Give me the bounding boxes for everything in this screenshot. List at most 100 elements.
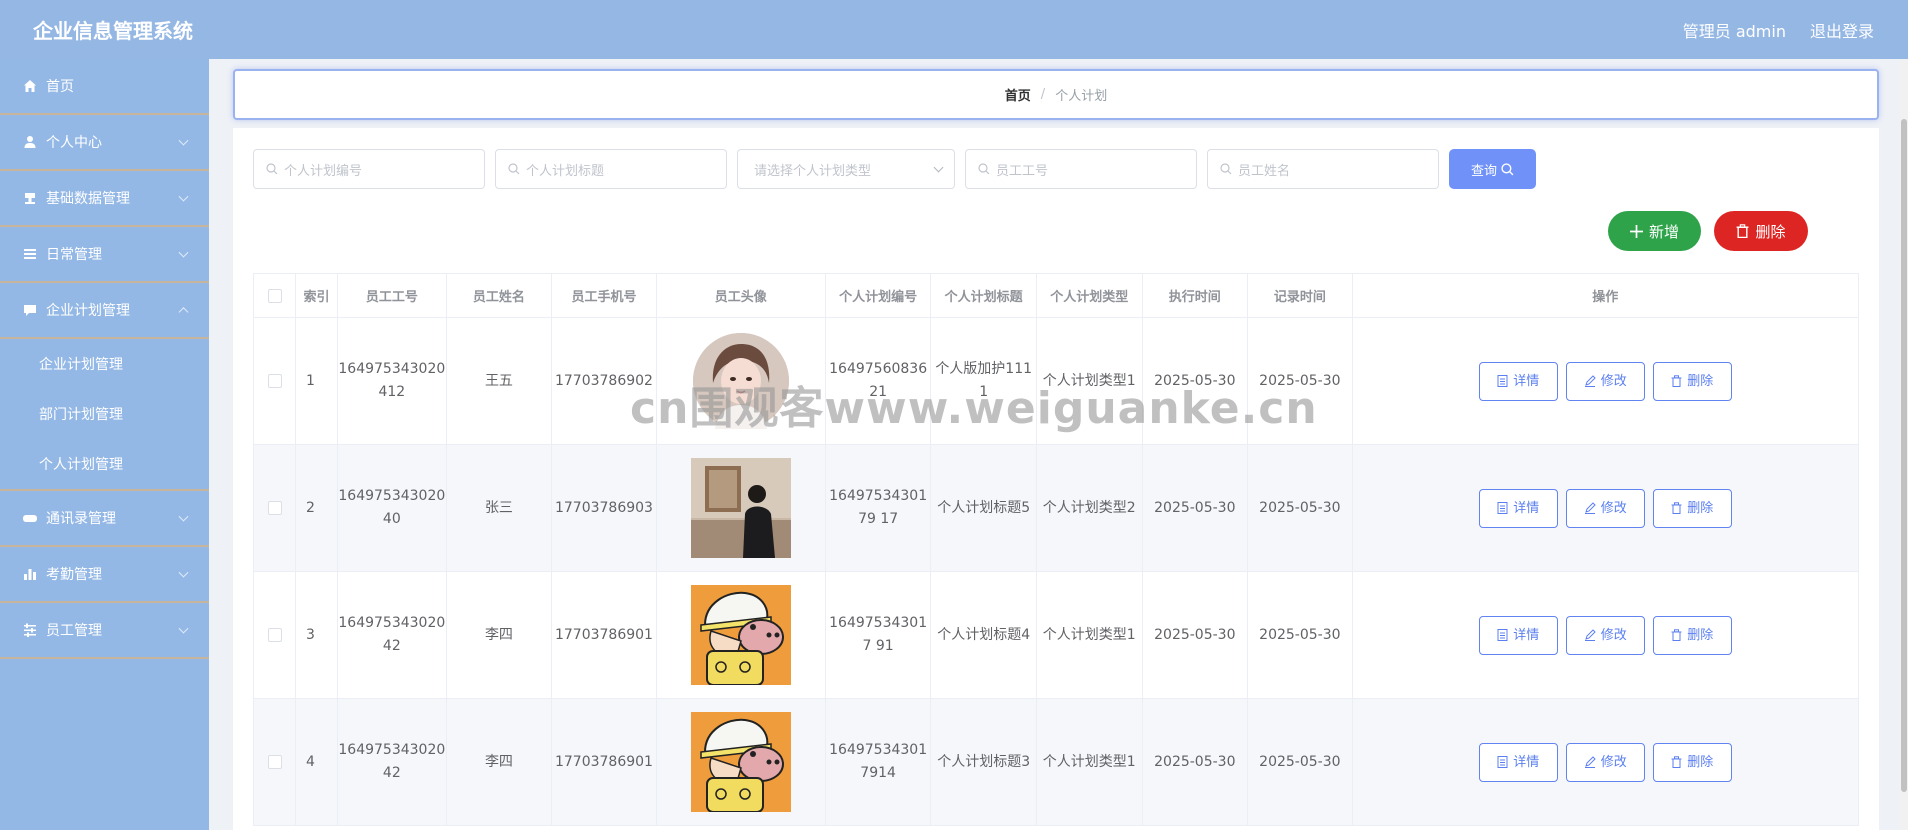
sidebar-item-basic-data[interactable]: 基础数据管理 bbox=[0, 171, 209, 227]
user-icon bbox=[22, 134, 38, 150]
phone-cell: 17703786902 bbox=[551, 317, 657, 445]
plan-no-input[interactable]: 个人计划编号 bbox=[253, 149, 485, 189]
sidebar-item-enterprise-plan[interactable]: 企业计划管理 bbox=[0, 283, 209, 339]
delete-label: 删除 bbox=[1687, 627, 1714, 643]
submenu-item-personal-plan[interactable]: 个人计划管理 bbox=[0, 439, 209, 489]
table-row: 1 164975343020412 王五 17703786902 1649756… bbox=[252, 317, 1860, 445]
select-all-checkbox[interactable] bbox=[267, 288, 282, 303]
column-header: 操作 bbox=[1351, 273, 1860, 318]
column-header: 索引 bbox=[295, 273, 339, 318]
bar-chart-icon bbox=[22, 566, 38, 582]
edit-label: 修改 bbox=[1600, 627, 1627, 643]
home-icon bbox=[22, 78, 38, 94]
app-title: 企业信息管理系统 bbox=[33, 19, 193, 43]
column-header: 员工姓名 bbox=[445, 273, 553, 318]
sidebar-item-label: 日常管理 bbox=[46, 247, 102, 263]
column-header: 个人计划类型 bbox=[1035, 273, 1143, 318]
plan-title-cell: 个人计划标题3 bbox=[930, 698, 1037, 826]
plan-no-cell: 1649753430179 17 bbox=[824, 444, 932, 572]
delete-button[interactable]: 删除 bbox=[1652, 361, 1732, 401]
search-icon bbox=[1501, 162, 1514, 175]
detail-button[interactable]: 详情 bbox=[1478, 742, 1558, 782]
index-cell: 4 bbox=[295, 698, 339, 826]
exec-time-cell: 2025-05-30 bbox=[1141, 444, 1249, 572]
trash-icon bbox=[1671, 756, 1682, 768]
row-checkbox[interactable] bbox=[267, 754, 282, 769]
operations-cell: 详情 修改 删除 bbox=[1351, 444, 1860, 572]
submenu-item-department-plan[interactable]: 部门计划管理 bbox=[0, 389, 209, 439]
avatar[interactable] bbox=[691, 331, 791, 431]
detail-label: 详情 bbox=[1513, 500, 1540, 516]
avatar[interactable] bbox=[690, 585, 791, 685]
row-select-cell bbox=[252, 698, 297, 826]
gamepad-icon bbox=[22, 510, 38, 526]
batch-delete-button[interactable]: 删除 bbox=[1714, 211, 1808, 251]
content-panel: 个人计划编号 个人计划标题 请选择个人计划类型 员工工号 员工姓名 查询 新增 … bbox=[233, 128, 1879, 830]
chevron-up-icon bbox=[178, 307, 189, 318]
delete-button[interactable]: 删除 bbox=[1652, 488, 1732, 528]
avatar-cell bbox=[655, 698, 826, 826]
sidebar-item-home[interactable]: 首页 bbox=[0, 59, 209, 115]
scrollbar-thumb[interactable] bbox=[1901, 119, 1907, 792]
column-header: 个人计划标题 bbox=[930, 273, 1037, 318]
query-button[interactable]: 查询 bbox=[1449, 149, 1536, 189]
sidebar-item-daily[interactable]: 日常管理 bbox=[0, 227, 209, 283]
row-checkbox[interactable] bbox=[267, 500, 282, 515]
delete-button[interactable]: 删除 bbox=[1652, 615, 1732, 655]
trash-icon bbox=[1671, 629, 1682, 641]
exec-time-cell: 2025-05-30 bbox=[1141, 317, 1249, 445]
plan-type-select[interactable]: 请选择个人计划类型 bbox=[737, 149, 955, 189]
logout-link[interactable]: 退出登录 bbox=[1810, 18, 1874, 42]
sidebar-item-label: 考勤管理 bbox=[46, 567, 102, 583]
detail-label: 详情 bbox=[1513, 373, 1540, 389]
emp-name-cell: 李四 bbox=[445, 571, 553, 699]
sidebar-item-employees[interactable]: 员工管理 bbox=[0, 603, 209, 659]
sidebar-item-label: 员工管理 bbox=[46, 623, 102, 639]
chevron-down-icon bbox=[933, 162, 944, 173]
search-icon bbox=[978, 163, 990, 175]
plan-type-cell: 个人计划类型1 bbox=[1035, 571, 1143, 699]
edit-button[interactable]: 修改 bbox=[1565, 615, 1645, 655]
plan-title-cell: 个人版加护1111 bbox=[930, 317, 1037, 445]
chevron-down-icon bbox=[178, 191, 189, 202]
plan-no-cell: 164975343017914 bbox=[824, 698, 932, 826]
row-checkbox[interactable] bbox=[267, 627, 282, 642]
avatar-cell bbox=[655, 571, 826, 699]
plan-type-cell: 个人计划类型1 bbox=[1035, 317, 1143, 445]
edit-button[interactable]: 修改 bbox=[1565, 488, 1645, 528]
sidebar-item-personal-center[interactable]: 个人中心 bbox=[0, 115, 209, 171]
plan-no-placeholder: 个人计划编号 bbox=[284, 163, 363, 179]
breadcrumb-home[interactable]: 首页 bbox=[1005, 85, 1031, 104]
detail-button[interactable]: 详情 bbox=[1478, 488, 1558, 528]
sidebar-item-label: 通讯录管理 bbox=[46, 511, 116, 527]
detail-button[interactable]: 详情 bbox=[1478, 615, 1558, 655]
page-scrollbar[interactable] bbox=[1900, 59, 1908, 830]
row-select-cell bbox=[252, 317, 297, 445]
sliders-icon bbox=[22, 622, 38, 638]
emp-no-input[interactable]: 员工工号 bbox=[965, 149, 1197, 189]
emp-no-placeholder: 员工工号 bbox=[996, 163, 1049, 179]
plan-title-input[interactable]: 个人计划标题 bbox=[495, 149, 727, 189]
plan-type-placeholder: 请选择个人计划类型 bbox=[754, 163, 872, 179]
operations-cell: 详情 修改 删除 bbox=[1351, 571, 1860, 699]
edit-button[interactable]: 修改 bbox=[1565, 742, 1645, 782]
edit-icon bbox=[1584, 629, 1596, 641]
trash-icon bbox=[1671, 375, 1682, 387]
row-select-cell bbox=[252, 571, 297, 699]
delete-button[interactable]: 删除 bbox=[1652, 742, 1732, 782]
add-button[interactable]: 新增 bbox=[1608, 211, 1701, 251]
submenu-item-enterprise-plan[interactable]: 企业计划管理 bbox=[0, 339, 209, 389]
column-header: 记录时间 bbox=[1247, 273, 1353, 318]
detail-button[interactable]: 详情 bbox=[1478, 361, 1558, 401]
plus-icon bbox=[1629, 224, 1643, 238]
sidebar-item-contacts[interactable]: 通讯录管理 bbox=[0, 491, 209, 547]
enterprise-plan-submenu: 企业计划管理 部门计划管理 个人计划管理 bbox=[0, 339, 209, 491]
emp-name-input[interactable]: 员工姓名 bbox=[1207, 149, 1439, 189]
column-header: 员工工号 bbox=[337, 273, 447, 318]
avatar[interactable] bbox=[690, 712, 791, 812]
avatar[interactable] bbox=[690, 458, 791, 558]
sidebar-item-attendance[interactable]: 考勤管理 bbox=[0, 547, 209, 603]
admin-user-label[interactable]: 管理员 admin bbox=[1683, 18, 1786, 42]
edit-button[interactable]: 修改 bbox=[1565, 361, 1645, 401]
row-checkbox[interactable] bbox=[267, 373, 282, 388]
